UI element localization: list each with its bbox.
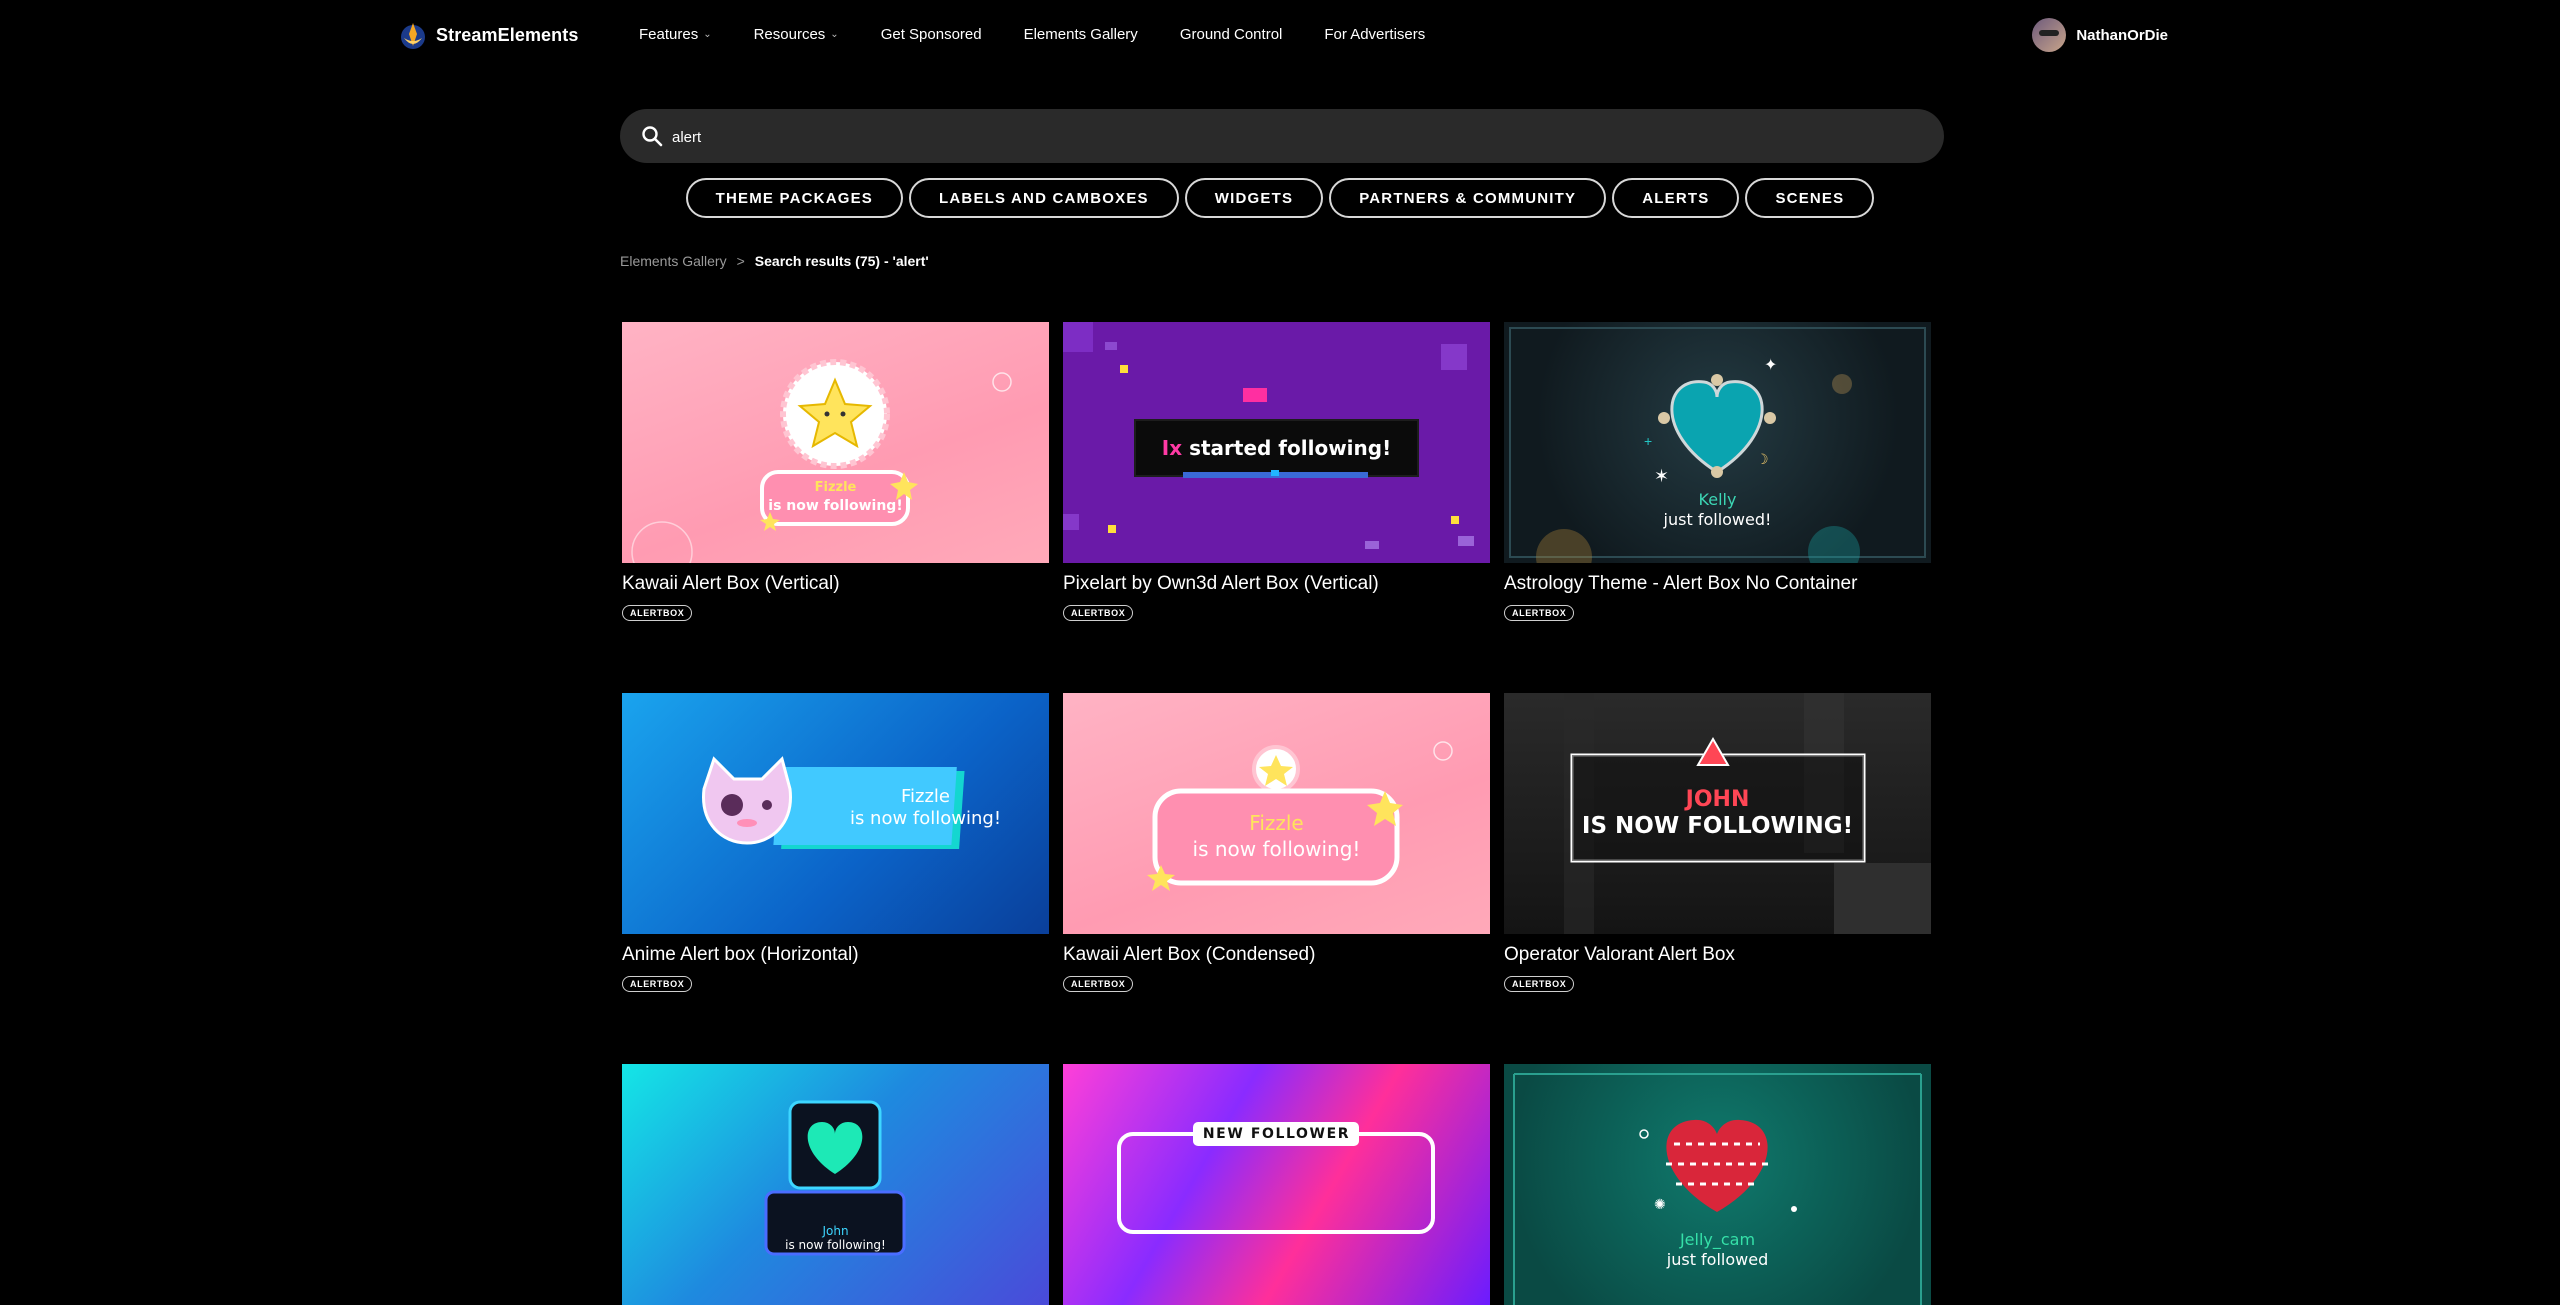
- card-title[interactable]: Kawaii Alert Box (Condensed): [1063, 944, 1490, 966]
- nav-item-resources[interactable]: Resources ⌄: [754, 26, 839, 43]
- nav-item-label: Get Sponsored: [880, 26, 982, 43]
- search-input[interactable]: [670, 109, 1914, 165]
- kawaii-star-illustration: [631, 359, 1012, 563]
- nav-item-get-sponsored[interactable]: Get Sponsored: [881, 26, 982, 43]
- thumb-text-name: Kelly: [1698, 490, 1737, 509]
- username: NathanOrDie: [2076, 26, 2168, 44]
- nav-item-label: Resources: [753, 26, 826, 43]
- svg-text:✦: ✦: [1764, 357, 1777, 374]
- category-partners-community[interactable]: PARTNERS & COMMUNITY: [1329, 178, 1607, 218]
- category-alerts[interactable]: ALERTS: [1612, 178, 1740, 218]
- nav-item-features[interactable]: Features ⌄: [639, 26, 712, 43]
- breadcrumb-root-link[interactable]: Elements Gallery: [620, 253, 727, 269]
- avatar[interactable]: [2032, 18, 2067, 52]
- thumb-text-name: NEW FOLLOWER: [1202, 1126, 1351, 1142]
- card-thumbnail[interactable]: Fizzle is now following!: [1063, 693, 1490, 934]
- thumb-text-message: just followed: [1666, 1250, 1769, 1269]
- gallery-card[interactable]: NEW FOLLOWER: [1063, 1064, 1490, 1305]
- nav-menu: Features ⌄ Resources ⌄ Get Sponsored Ele…: [639, 26, 1467, 43]
- breadcrumb: Elements Gallery > Search results (75) -…: [620, 253, 929, 269]
- streamelements-logo-icon: [401, 23, 425, 49]
- svg-text:✶: ✶: [1654, 466, 1669, 486]
- gallery-card[interactable]: Fizzle is now following! Kawaii Alert Bo…: [1063, 693, 1490, 992]
- card-tag: ALERTBOX: [1504, 605, 1575, 621]
- category-scenes[interactable]: SCENES: [1745, 178, 1875, 218]
- card-tag: ALERTBOX: [1063, 605, 1134, 621]
- card-thumbnail[interactable]: ✦ ✶ + ☽ Kelly just followed!: [1504, 322, 1931, 563]
- category-widgets[interactable]: WIDGETS: [1184, 178, 1324, 218]
- card-thumbnail[interactable]: John is now following!: [622, 1064, 1049, 1305]
- card-title[interactable]: Astrology Theme - Alert Box No Container: [1504, 573, 1931, 595]
- search-bar: [620, 109, 1944, 165]
- nav-item-label: Features: [639, 26, 699, 43]
- logo-text: StreamElements: [436, 24, 579, 45]
- gallery-card[interactable]: Fizzle is now following! Anime Alert box…: [622, 693, 1049, 992]
- card-title[interactable]: Pixelart by Own3d Alert Box (Vertical): [1063, 573, 1490, 595]
- nav-item-label: Elements Gallery: [1023, 26, 1138, 43]
- svg-text:☽: ☽: [1756, 451, 1769, 467]
- chevron-down-icon: ⌄: [830, 29, 839, 40]
- card-thumbnail[interactable]: Ix started following!: [1063, 322, 1490, 563]
- breadcrumb-current: Search results (75) - 'alert': [754, 253, 929, 269]
- gallery-card[interactable]: ✦ ✶ + ☽ Kelly just followed! Astrology T…: [1504, 322, 1931, 621]
- nav-item-for-advertisers[interactable]: For Advertisers: [1324, 26, 1425, 43]
- search-icon[interactable]: [641, 125, 663, 147]
- thumb-text-message: just followed!: [1663, 510, 1772, 529]
- card-tag: ALERTBOX: [1063, 976, 1134, 992]
- category-theme-packages[interactable]: THEME PACKAGES: [685, 178, 904, 218]
- thumb-text-name: JOHN: [1685, 787, 1750, 812]
- card-thumbnail[interactable]: NEW FOLLOWER: [1063, 1064, 1490, 1305]
- card-tag: ALERTBOX: [622, 605, 693, 621]
- card-title[interactable]: Operator Valorant Alert Box: [1504, 944, 1931, 966]
- chevron-down-icon: ⌄: [703, 29, 712, 40]
- neon-heart-illustration: [764, 1100, 906, 1256]
- logo[interactable]: StreamElements: [398, 20, 578, 50]
- gallery-card[interactable]: JOHN IS NOW FOLLOWING! Operator Valorant…: [1504, 693, 1931, 992]
- card-thumbnail[interactable]: ✺ Jelly_cam just followed: [1504, 1064, 1931, 1305]
- card-thumbnail[interactable]: Fizzle is now following!: [622, 693, 1049, 934]
- thumb-text-message: Ix started following!: [1063, 436, 1490, 460]
- thumb-text-message: IS NOW FOLLOWING!: [1581, 813, 1854, 839]
- card-tag: ALERTBOX: [1504, 976, 1575, 992]
- top-nav: StreamElements Features ⌄ Resources ⌄ Ge…: [0, 0, 2560, 74]
- gallery-card[interactable]: John is now following!: [622, 1064, 1049, 1305]
- svg-text:✺: ✺: [1654, 1196, 1666, 1212]
- nav-item-label: For Advertisers: [1324, 26, 1426, 43]
- thumb-text-name: Fizzle: [900, 786, 951, 807]
- thumb-text-action: started following!: [1189, 436, 1392, 460]
- nav-item-label: Ground Control: [1179, 26, 1283, 43]
- thumb-text-message: is now following!: [849, 808, 1002, 829]
- svg-text:+: +: [1644, 433, 1652, 449]
- breadcrumb-separator: >: [736, 253, 745, 269]
- nav-item-elements-gallery[interactable]: Elements Gallery: [1024, 26, 1138, 43]
- thumb-text-name: John: [822, 1224, 849, 1238]
- card-tag: ALERTBOX: [622, 976, 693, 992]
- thumb-text-name: Fizzle: [1249, 811, 1304, 835]
- card-thumbnail[interactable]: JOHN IS NOW FOLLOWING!: [1504, 693, 1931, 934]
- thumb-text-name: Ix: [1161, 436, 1183, 460]
- thumb-text-message: is now following!: [1192, 837, 1361, 861]
- new-follower-illustration: [1117, 1122, 1435, 1234]
- gallery-card[interactable]: Fizzle is now following! Kawaii Alert Bo…: [622, 322, 1049, 621]
- nav-item-ground-control[interactable]: Ground Control: [1180, 26, 1283, 43]
- thumb-text-message: is now following!: [785, 1238, 886, 1252]
- gallery-card[interactable]: Ix started following! Pixelart by Own3d …: [1063, 322, 1490, 621]
- thumb-text-message: is now following!: [768, 498, 903, 514]
- card-title[interactable]: Anime Alert box (Horizontal): [622, 944, 1049, 966]
- card-thumbnail[interactable]: Fizzle is now following!: [622, 322, 1049, 563]
- user-menu[interactable]: NathanOrDie: [2032, 18, 2168, 52]
- thumb-text-name: Fizzle: [814, 480, 857, 495]
- category-labels-and-camboxes[interactable]: LABELS AND CAMBOXES: [909, 178, 1179, 218]
- category-filters: THEME PACKAGES LABELS AND CAMBOXES WIDGE…: [0, 178, 2560, 218]
- thumb-text-name: Jelly_cam: [1679, 1230, 1756, 1249]
- gallery-card[interactable]: ✺ Jelly_cam just followed: [1504, 1064, 1931, 1305]
- card-title[interactable]: Kawaii Alert Box (Vertical): [622, 573, 1049, 595]
